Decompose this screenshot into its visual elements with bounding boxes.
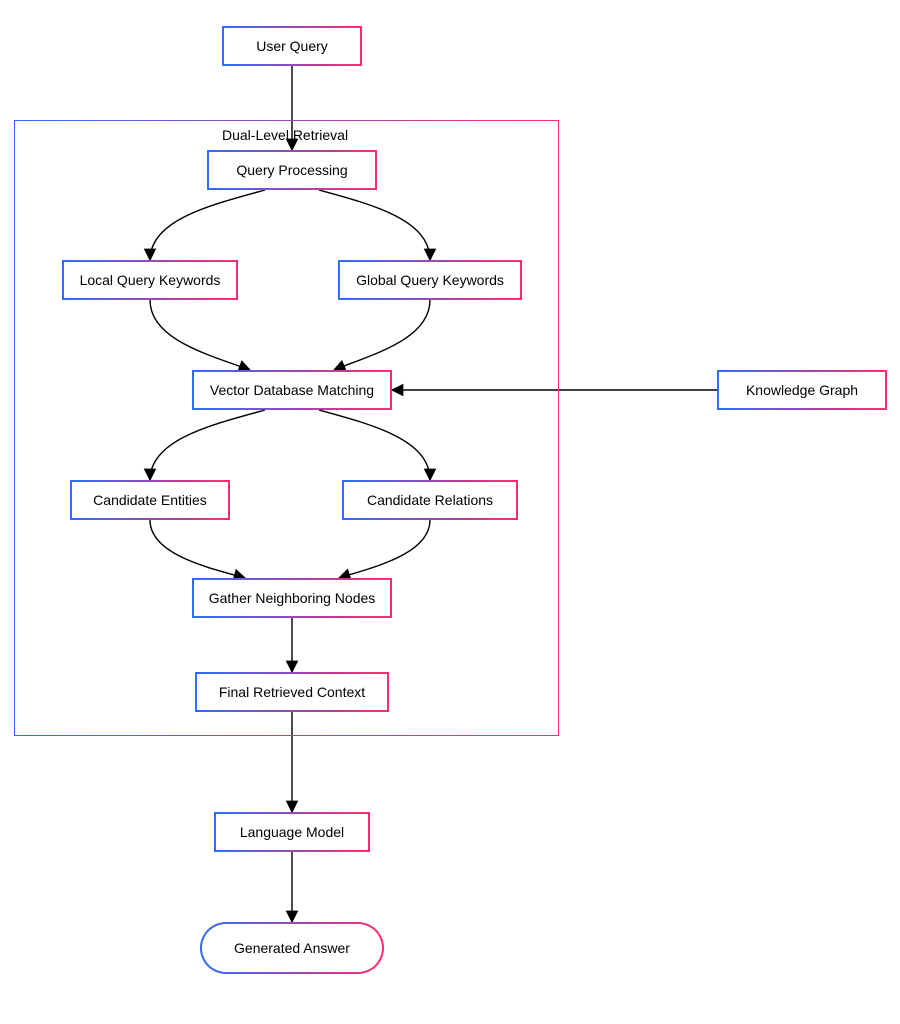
node-knowledge-graph: Knowledge Graph — [717, 370, 887, 410]
node-local-keywords: Local Query Keywords — [62, 260, 238, 300]
diagram-canvas: Dual-Level Retrieval User Query Query Pr… — [0, 0, 900, 1024]
node-user-query: User Query — [222, 26, 362, 66]
container-dual-level-retrieval — [14, 120, 559, 736]
node-final-context: Final Retrieved Context — [195, 672, 389, 712]
node-generated-answer: Generated Answer — [200, 922, 384, 974]
node-candidate-relations: Candidate Relations — [342, 480, 518, 520]
node-global-keywords: Global Query Keywords — [338, 260, 522, 300]
node-gather-nodes: Gather Neighboring Nodes — [192, 578, 392, 618]
node-language-model: Language Model — [214, 812, 370, 852]
node-query-processing: Query Processing — [207, 150, 377, 190]
node-vector-matching: Vector Database Matching — [192, 370, 392, 410]
node-candidate-entities: Candidate Entities — [70, 480, 230, 520]
container-label: Dual-Level Retrieval — [222, 127, 348, 143]
